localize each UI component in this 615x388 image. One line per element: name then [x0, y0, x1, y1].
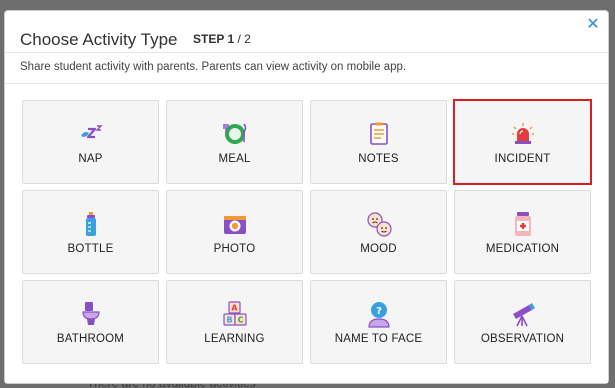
choose-activity-modal: Choose Activity Type STEP 1 / 2 ✕ Share … [4, 10, 609, 384]
activity-tile-learning[interactable]: A B C LEARNING [166, 280, 303, 364]
activity-tile-nap[interactable]: NAP [22, 100, 159, 184]
siren-icon [509, 120, 537, 148]
tile-label: MEDICATION [485, 243, 560, 255]
tile-label: NAME TO FACE [334, 333, 423, 345]
sleep-icon [77, 120, 105, 148]
activity-tile-incident[interactable]: INCIDENT [453, 99, 592, 185]
tile-label: BOTTLE [67, 243, 114, 255]
tile-label: MOOD [360, 243, 397, 255]
person-question-icon: ? [365, 300, 393, 328]
step-current: STEP 1 [193, 32, 235, 46]
activity-tile-mood[interactable]: MOOD [310, 190, 447, 274]
tile-label: LEARNING [204, 333, 265, 345]
activity-tile-observation[interactable]: OBSERVATION [454, 280, 591, 364]
step-total: / 2 [234, 32, 251, 46]
step-indicator: STEP 1 / 2 [193, 32, 251, 46]
modal-title: Choose Activity Type [20, 30, 178, 49]
tile-label: NAP [78, 153, 103, 165]
tile-label: INCIDENT [494, 153, 551, 165]
svg-text:?: ? [376, 306, 382, 317]
activity-tile-photo[interactable]: PHOTO [166, 190, 303, 274]
tile-label: BATHROOM [56, 333, 125, 345]
activity-grid: NAP MEAL NOTES INCIDENT BOTTLE PHOTO MOO… [22, 99, 592, 364]
bottle-icon [77, 210, 105, 238]
mood-faces-icon [365, 210, 393, 238]
modal-header: Choose Activity Type STEP 1 / 2 ✕ [5, 11, 608, 61]
activity-tile-name-to-face[interactable]: ? NAME TO FACE [310, 280, 447, 364]
close-icon[interactable]: ✕ [585, 17, 601, 33]
notes-icon [365, 120, 393, 148]
meal-icon [221, 120, 249, 148]
svg-text:C: C [237, 316, 243, 325]
telescope-icon [509, 300, 537, 328]
activity-grid-container: NAP MEAL NOTES INCIDENT BOTTLE PHOTO MOO… [5, 84, 608, 383]
toilet-icon [77, 300, 105, 328]
activity-tile-notes[interactable]: NOTES [310, 100, 447, 184]
activity-tile-medication[interactable]: MEDICATION [454, 190, 591, 274]
tile-label: NOTES [358, 153, 399, 165]
header-divider [5, 52, 608, 53]
medicine-jar-icon [509, 210, 537, 238]
tile-label: OBSERVATION [480, 333, 565, 345]
camera-icon [221, 210, 249, 238]
tile-label: PHOTO [213, 243, 256, 255]
activity-tile-bathroom[interactable]: BATHROOM [22, 280, 159, 364]
tile-label: MEAL [218, 153, 251, 165]
svg-text:B: B [226, 316, 232, 325]
activity-tile-meal[interactable]: MEAL [166, 100, 303, 184]
svg-text:A: A [231, 304, 238, 313]
abc-blocks-icon: A B C [221, 300, 249, 328]
activity-tile-bottle[interactable]: BOTTLE [22, 190, 159, 274]
modal-subtitle: Share student activity with parents. Par… [20, 61, 407, 73]
